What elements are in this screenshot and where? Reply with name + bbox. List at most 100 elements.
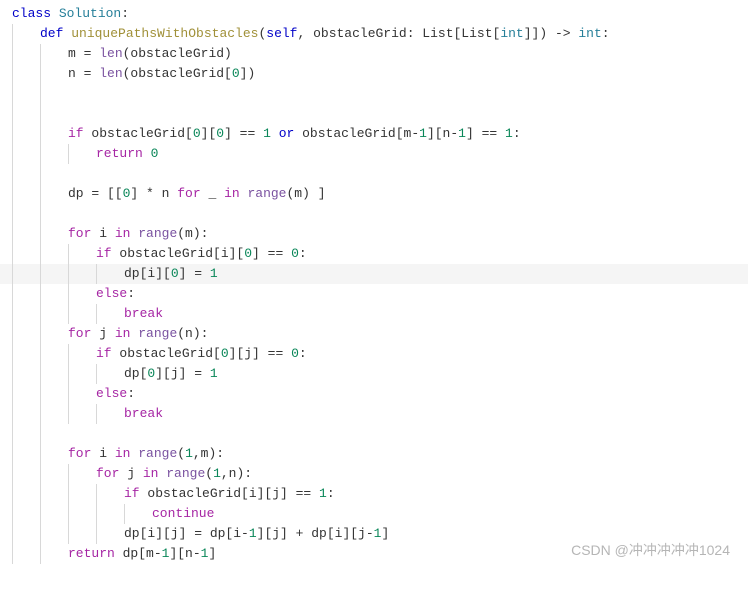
code-line: if obstacleGrid[0][0] == 1 or obstacleGr…: [0, 124, 748, 144]
indent-guide: [96, 504, 97, 524]
token-kw: class: [12, 6, 59, 21]
token-kw2: else: [96, 286, 127, 301]
indent-guide: [40, 444, 41, 464]
code-line: [0, 104, 748, 124]
indent-guide: [12, 84, 13, 104]
indent-guide: [12, 184, 13, 204]
code-content: m = len(obstacleGrid): [68, 44, 232, 64]
token-id: , obstacleGrid: List[List[: [297, 26, 500, 41]
token-num: 1: [263, 126, 271, 141]
indent-guide: [68, 284, 69, 304]
indent-guide: [40, 464, 41, 484]
indent-guide: [12, 244, 13, 264]
token-id: ] ==: [224, 126, 263, 141]
code-line: dp[0][j] = 1: [0, 364, 748, 384]
indent-guide: [96, 364, 97, 384]
indent-guide: [40, 84, 41, 104]
indent-guide: [12, 364, 13, 384]
token-id: obstacleGrid[i][j] ==: [147, 486, 319, 501]
code-content: continue: [152, 504, 214, 524]
indent-guide: [40, 364, 41, 384]
token-kw2: for: [177, 186, 208, 201]
token-kw2: if: [124, 486, 147, 501]
code-line: [0, 424, 748, 444]
token-def: range: [166, 466, 205, 481]
token-def: len: [99, 66, 122, 81]
code-content: class Solution:: [12, 4, 129, 24]
code-line: else:: [0, 384, 748, 404]
token-id: (: [177, 446, 185, 461]
code-content: if obstacleGrid[0][j] == 0:: [96, 344, 307, 364]
indent-guide: [40, 504, 41, 524]
indent-guide: [12, 464, 13, 484]
indent-guide: [96, 484, 97, 504]
token-kw2: if: [96, 246, 119, 261]
token-kw2: in: [115, 446, 138, 461]
indent-guide: [40, 544, 41, 564]
token-num: 0: [171, 266, 179, 281]
code-line: if obstacleGrid[0][j] == 0:: [0, 344, 748, 364]
indent-guide: [40, 524, 41, 544]
code-line: if obstacleGrid[i][j] == 1:: [0, 484, 748, 504]
code-line: return dp[m-1][n-1]: [0, 544, 748, 564]
token-id: ][: [201, 126, 217, 141]
code-content: return 0: [96, 144, 158, 164]
code-content: return dp[m-1][n-1]: [68, 544, 216, 564]
token-kw2: break: [124, 406, 163, 421]
indent-guide: [68, 404, 69, 424]
token-id: ]): [240, 66, 256, 81]
code-content: break: [124, 304, 163, 324]
indent-guide: [12, 344, 13, 364]
token-id: ][j] + dp[i][j-: [257, 526, 374, 541]
indent-guide: [12, 204, 13, 224]
indent-guide: [40, 144, 41, 164]
code-content: if obstacleGrid[i][0] == 0:: [96, 244, 307, 264]
indent-guide: [40, 44, 41, 64]
indent-guide: [96, 404, 97, 424]
token-id: ]]) ->: [524, 26, 579, 41]
code-line: dp[i][j] = dp[i-1][j] + dp[i][j-1]: [0, 524, 748, 544]
indent-guide: [12, 304, 13, 324]
indent-guide: [12, 44, 13, 64]
code-line: if obstacleGrid[i][0] == 0:: [0, 244, 748, 264]
token-kw2: break: [124, 306, 163, 321]
token-num: 1: [213, 466, 221, 481]
token-id: j: [127, 466, 143, 481]
token-id: ][j] ==: [229, 346, 291, 361]
token-kw2: return: [96, 146, 151, 161]
token-num: 0: [216, 126, 224, 141]
code-line: [0, 204, 748, 224]
token-def: range: [138, 226, 177, 241]
indent-guide: [68, 464, 69, 484]
token-id: _: [208, 186, 224, 201]
indent-guide: [40, 224, 41, 244]
token-id: n =: [68, 66, 99, 81]
token-id: j: [99, 326, 115, 341]
code-content: if obstacleGrid[i][j] == 1:: [124, 484, 335, 504]
code-content: for i in range(1,m):: [68, 444, 224, 464]
token-id: obstacleGrid[i][: [119, 246, 244, 261]
token-kw2: else: [96, 386, 127, 401]
code-content: for j in range(1,n):: [96, 464, 252, 484]
token-id: ,n):: [221, 466, 252, 481]
token-id: dp[: [124, 366, 147, 381]
token-id: ]: [381, 526, 389, 541]
code-line: for i in range(1,m):: [0, 444, 748, 464]
token-id: (obstacleGrid[: [123, 66, 232, 81]
indent-guide: [96, 524, 97, 544]
token-def: len: [99, 46, 122, 61]
code-content: for i in range(m):: [68, 224, 208, 244]
token-kw2: in: [224, 186, 247, 201]
code-content: dp = [[0] * n for _ in range(m) ]: [68, 184, 326, 204]
code-line: class Solution:: [0, 4, 748, 24]
indent-guide: [12, 24, 13, 44]
indent-guide: [40, 284, 41, 304]
indent-guide: [40, 164, 41, 184]
code-line: continue: [0, 504, 748, 524]
code-content: def uniquePathsWithObstacles(self, obsta…: [40, 24, 610, 44]
token-op: :: [327, 486, 335, 501]
token-id: dp = [[: [68, 186, 123, 201]
indent-guide: [12, 484, 13, 504]
code-content: dp[0][j] = 1: [124, 364, 218, 384]
token-kw2: for: [96, 466, 127, 481]
